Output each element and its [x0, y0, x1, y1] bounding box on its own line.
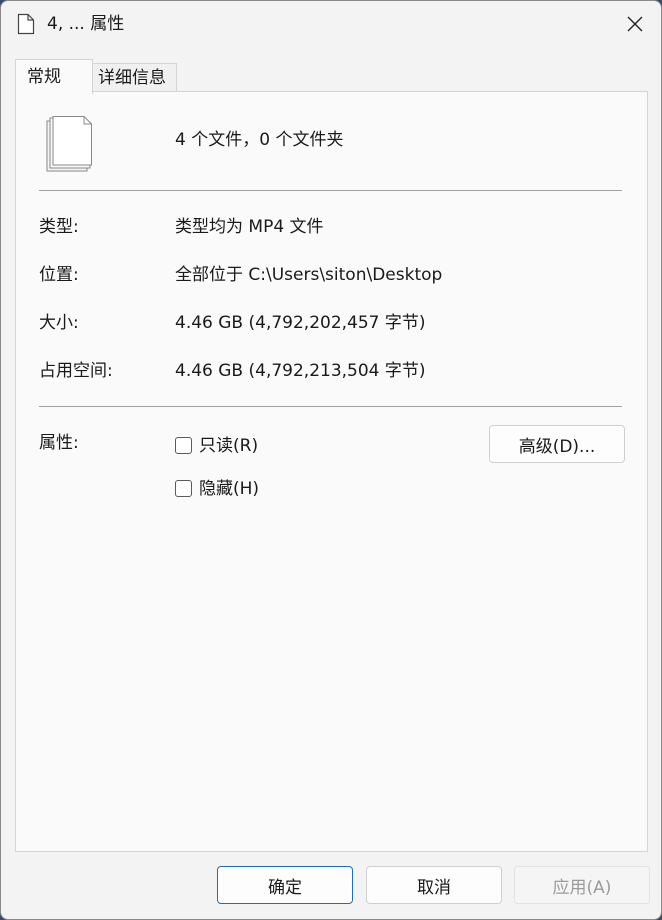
tab-details[interactable]: 详细信息	[91, 63, 177, 92]
size-label: 大小:	[39, 313, 79, 333]
readonly-label[interactable]: 只读(R)	[199, 435, 258, 457]
multiple-files-icon	[46, 116, 92, 172]
document-icon	[17, 13, 35, 35]
cancel-button[interactable]: 取消	[366, 866, 502, 904]
divider-middle	[39, 406, 622, 407]
size-value: 4.46 GB (4,792,202,457 字节)	[175, 313, 426, 333]
hidden-checkbox[interactable]	[175, 480, 192, 497]
size-on-disk-value: 4.46 GB (4,792,213,504 字节)	[175, 361, 426, 381]
tab-general[interactable]: 常规	[15, 59, 93, 94]
advanced-button[interactable]: 高级(D)...	[489, 425, 625, 463]
close-icon	[627, 16, 643, 32]
attributes-label: 属性:	[39, 433, 79, 453]
type-value: 类型均为 MP4 文件	[175, 217, 324, 237]
location-label: 位置:	[39, 265, 79, 285]
files-summary: 4 个文件，0 个文件夹	[175, 130, 344, 150]
tab-general-label: 常规	[27, 67, 61, 87]
title-bar[interactable]: 4, ... 属性	[1, 1, 661, 47]
window-title: 4, ... 属性	[47, 14, 125, 34]
type-label: 类型:	[39, 217, 79, 237]
size-on-disk-label: 占用空间:	[39, 361, 113, 381]
hidden-label[interactable]: 隐藏(H)	[199, 478, 259, 500]
properties-window: 4, ... 属性 常规 详细信息 4 个文件，0 个文件夹 类型: 类型均为 …	[0, 0, 662, 920]
readonly-checkbox[interactable]	[175, 437, 192, 454]
close-button[interactable]	[613, 7, 657, 41]
divider-top	[39, 190, 622, 191]
ok-button[interactable]: 确定	[217, 866, 353, 904]
general-panel: 4 个文件，0 个文件夹 类型: 类型均为 MP4 文件 位置: 全部位于 C:…	[15, 91, 648, 852]
apply-button: 应用(A)	[514, 866, 650, 904]
location-value: 全部位于 C:\Users\siton\Desktop	[175, 265, 443, 285]
tab-details-label: 详细信息	[98, 68, 166, 88]
